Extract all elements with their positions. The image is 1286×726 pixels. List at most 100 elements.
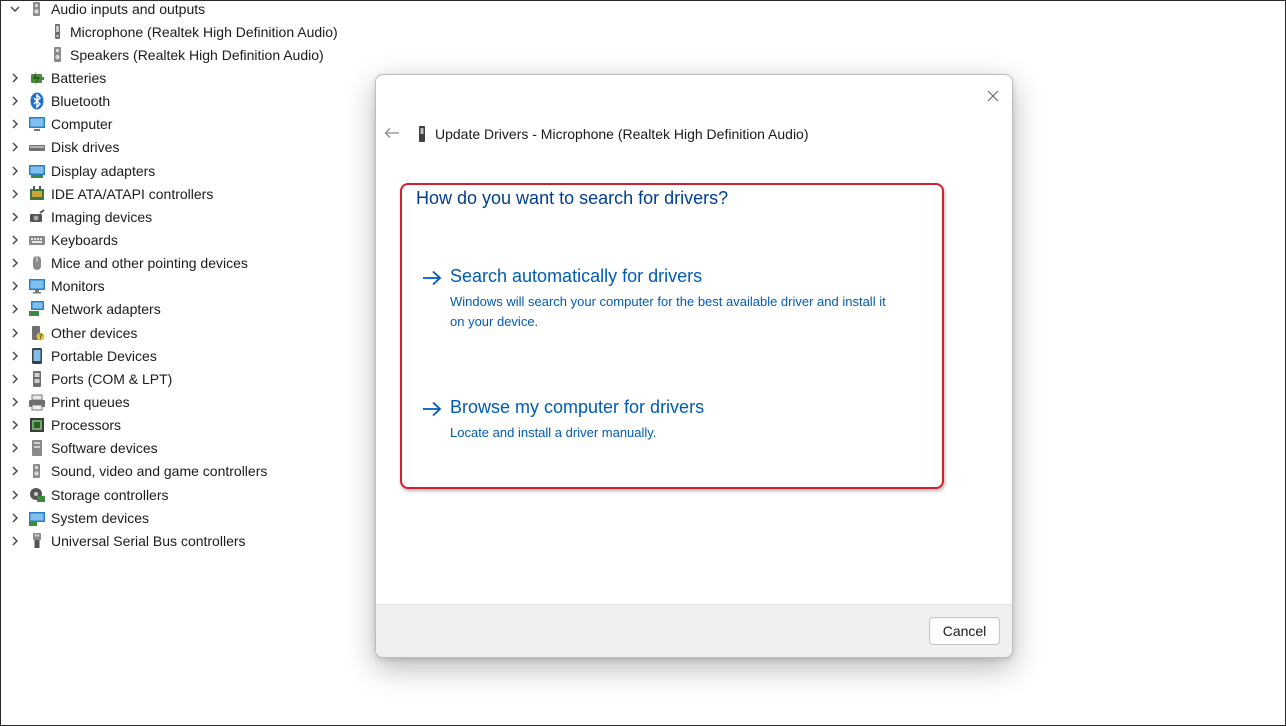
tree-item-label: Processors [51, 417, 122, 434]
network-adapter-icon [28, 300, 46, 318]
dialog-title: Update Drivers - Microphone (Realtek Hig… [435, 126, 809, 142]
chevron-right-icon[interactable] [9, 257, 21, 269]
back-button[interactable] [382, 123, 402, 143]
tree-item-computer[interactable]: Computer [0, 113, 360, 136]
disk-drive-icon [28, 138, 46, 156]
search-question-heading: How do you want to search for drivers? [416, 188, 729, 208]
device-tree: Audio inputs and outputs Microphone (Rea… [0, 0, 360, 552]
tree-item-label: System devices [51, 509, 150, 526]
tree-item-label: Mice and other pointing devices [51, 255, 248, 272]
tree-item-mouse[interactable]: Mice and other pointing devices [0, 252, 360, 275]
chevron-right-icon[interactable] [9, 489, 21, 501]
tree-item-monitor[interactable]: Monitors [0, 275, 360, 298]
tree-item-keyboard[interactable]: Keyboards [0, 228, 360, 251]
tree-item-audio-inputs[interactable]: Audio inputs and outputs [0, 0, 360, 20]
ide-controller-icon [28, 185, 46, 203]
chevron-right-icon[interactable] [9, 95, 21, 107]
tree-item-label: Imaging devices [51, 208, 153, 225]
chevron-right-icon[interactable] [9, 396, 21, 408]
tree-item-microphone[interactable]: Microphone (Realtek High Definition Audi… [0, 20, 360, 43]
option-title[interactable]: Search automatically for drivers [450, 266, 702, 287]
chevron-right-icon[interactable] [9, 165, 21, 177]
chevron-right-icon[interactable] [9, 211, 21, 223]
chevron-right-icon[interactable] [9, 442, 21, 454]
option-description: Locate and install a driver manually. [450, 425, 657, 440]
monitor-icon [28, 277, 46, 295]
tree-item-system-device[interactable]: System devices [0, 506, 360, 529]
tree-item-network-adapter[interactable]: Network adapters [0, 298, 360, 321]
tree-item-label: Portable Devices [51, 347, 157, 364]
update-drivers-dialog: Update Drivers - Microphone (Realtek Hig… [375, 74, 1013, 658]
tree-item-port[interactable]: Ports (COM & LPT) [0, 367, 360, 390]
software-device-icon [28, 439, 46, 457]
tree-item-speakers[interactable]: Speakers (Realtek High Definition Audio) [0, 43, 360, 66]
tree-item-ide-controller[interactable]: IDE ATA/ATAPI controllers [0, 182, 360, 205]
tree-item-label: Network adapters [51, 301, 161, 318]
camera-icon [28, 208, 46, 226]
port-icon [28, 370, 46, 388]
tree-item-storage-controller[interactable]: Storage controllers [0, 483, 360, 506]
tree-item-battery[interactable]: Batteries [0, 66, 360, 89]
search-automatically-option[interactable]: Search automatically for drivers Windows… [422, 266, 902, 336]
tree-item-portable-device[interactable]: Portable Devices [0, 344, 360, 367]
tree-item-processor[interactable]: Processors [0, 414, 360, 437]
chevron-right-icon[interactable] [9, 141, 21, 153]
arrow-right-icon [423, 401, 442, 417]
microphone-device-icon [416, 125, 428, 143]
unknown-device-icon: ? [28, 324, 46, 342]
chevron-right-icon[interactable] [9, 234, 21, 246]
chevron-right-icon[interactable] [9, 373, 21, 385]
chevron-right-icon[interactable] [9, 303, 21, 315]
close-icon[interactable] [987, 90, 999, 102]
cancel-button[interactable]: Cancel [929, 617, 1000, 645]
tree-item-label: Ports (COM & LPT) [51, 370, 173, 387]
processor-icon [28, 416, 46, 434]
tree-item-label: Sound, video and game controllers [51, 463, 268, 480]
tree-item-camera[interactable]: Imaging devices [0, 205, 360, 228]
chevron-right-icon[interactable] [9, 118, 21, 130]
chevron-right-icon[interactable] [9, 350, 21, 362]
chevron-right-icon[interactable] [9, 188, 21, 200]
tree-item-label: Other devices [51, 324, 138, 341]
browse-computer-option[interactable]: Browse my computer for drivers Locate an… [422, 397, 902, 447]
tree-item-label: Microphone (Realtek High Definition Audi… [70, 23, 338, 40]
back-arrow-icon[interactable] [384, 127, 400, 139]
tree-item-label: IDE ATA/ATAPI controllers [51, 185, 214, 202]
close-button[interactable] [982, 85, 1004, 107]
tree-item-label: Universal Serial Bus controllers [51, 532, 246, 549]
tree-item-display-adapter[interactable]: Display adapters [0, 159, 360, 182]
tree-item-unknown-device[interactable]: ? Other devices [0, 321, 360, 344]
mouse-icon [28, 254, 46, 272]
keyboard-icon [28, 231, 46, 249]
chevron-right-icon[interactable] [9, 280, 21, 292]
chevron-right-icon[interactable] [9, 535, 21, 547]
chevron-down-icon[interactable] [9, 3, 21, 15]
display-adapter-icon [28, 162, 46, 180]
tree-item-printer[interactable]: Print queues [0, 390, 360, 413]
chevron-right-icon[interactable] [9, 465, 21, 477]
tree-item-label: Keyboards [51, 231, 118, 248]
dialog-footer: Cancel [376, 604, 1012, 657]
tree-item-label: Monitors [51, 278, 105, 295]
chevron-right-icon[interactable] [9, 419, 21, 431]
tree-item-disk-drive[interactable]: Disk drives [0, 136, 360, 159]
battery-icon [28, 69, 46, 87]
tree-item-usb[interactable]: Universal Serial Bus controllers [0, 529, 360, 552]
computer-icon [28, 115, 46, 133]
tree-item-label: Batteries [51, 69, 107, 86]
portable-device-icon [28, 347, 46, 365]
speaker-device-icon [49, 46, 67, 64]
arrow-right-icon [423, 270, 442, 286]
chevron-right-icon[interactable] [9, 512, 21, 524]
tree-item-bluetooth[interactable]: Bluetooth [0, 90, 360, 113]
tree-item-label: Software devices [51, 440, 158, 457]
tree-item-sound-controller[interactable]: Sound, video and game controllers [0, 460, 360, 483]
chevron-right-icon[interactable] [9, 327, 21, 339]
sound-controller-icon [28, 462, 46, 480]
chevron-right-icon[interactable] [9, 72, 21, 84]
option-description: Windows will search your computer for th… [450, 294, 886, 329]
usb-icon [28, 532, 46, 550]
tree-item-software-device[interactable]: Software devices [0, 437, 360, 460]
tree-item-label: Storage controllers [51, 486, 169, 503]
option-title[interactable]: Browse my computer for drivers [450, 397, 704, 418]
